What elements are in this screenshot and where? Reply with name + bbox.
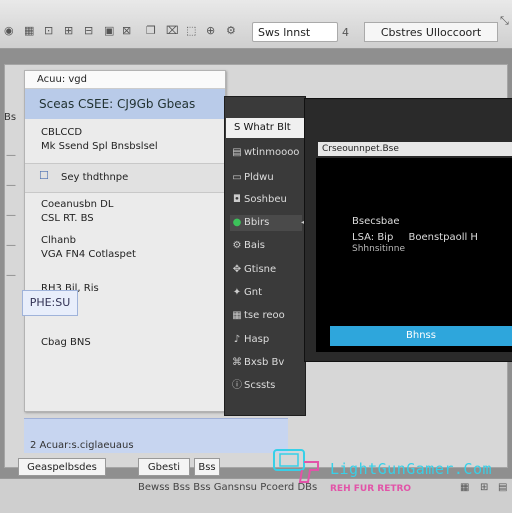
gamepad-icon: ✦ [232, 287, 242, 298]
sidebar-item[interactable]: ♪ Hasp [230, 332, 302, 348]
crop-icon[interactable]: ⊡ [44, 24, 53, 37]
audio-icon: ♪ [233, 334, 241, 345]
preview-line-a: LSA: Bip [352, 232, 394, 243]
sidebar-item[interactable]: ⚙ Bais [230, 238, 302, 254]
bg-tick: — [6, 240, 16, 251]
sidebar-item-label: Pldwu [244, 172, 274, 183]
sidebar-item-label: Scssts [244, 380, 276, 391]
paste-icon[interactable]: ⌧ [166, 24, 179, 37]
sidebar-item[interactable]: ⌘ Bxsb Bv [230, 355, 302, 371]
settings-footer-text: 2 Acuar:s.ciglaeuaus [30, 440, 134, 451]
settings-section-label: Sey thdthnpe [61, 172, 129, 183]
sidebar-head: S Whatr Blt [226, 118, 306, 138]
settings-header: Acuu: vgd [25, 71, 225, 89]
sidebar-item-label: Soshbeu [244, 194, 287, 205]
watermark-subtext: REH FUR RETRO [330, 484, 412, 494]
grid-icon[interactable]: ▦ [24, 24, 34, 37]
bg-tick: — [6, 150, 16, 161]
toolbar-title-field[interactable]: Cbstres Ulloccoort [364, 22, 498, 42]
move-icon[interactable]: ⬚ [186, 24, 196, 37]
preview-line: LSA: Bip Boenstpaoll H [352, 232, 478, 243]
sidebar-item[interactable]: ⓘ Scssts [230, 378, 302, 394]
monitor-icon: ▭ [232, 172, 242, 183]
folder-icon: ▤ [232, 147, 242, 158]
sidebar-item[interactable]: ✥ Gtisne [230, 262, 302, 278]
network-icon: ⌘ [232, 357, 242, 368]
preview-line: Bsecsbae [352, 216, 400, 227]
watermark-logo-icon [273, 449, 319, 483]
settings-line: CSL RT. BS [41, 213, 94, 224]
status-icon: ▤ [498, 482, 508, 493]
preview-path: Crseounnpet.Bse [318, 142, 512, 156]
settings-section-row[interactable]: ☐ Sey thdthnpe [25, 163, 225, 193]
gear-icon: ⚙ [232, 240, 242, 251]
checkbox-icon[interactable]: ☐ [39, 170, 49, 181]
settings-line: Mk Ssend Spl Bnsbslsel [41, 141, 158, 152]
record-icon[interactable]: ◉ [4, 24, 14, 37]
resize-icon[interactable]: ⤡ [500, 14, 509, 28]
sidebar-item-label: Gnt [244, 287, 263, 298]
green-dot-icon: ● [232, 217, 242, 228]
sidebar-item-selected[interactable]: ●Bbirs ◂ [230, 215, 306, 231]
info-icon: ⓘ [232, 380, 242, 391]
scale-icon[interactable]: ⊟ [84, 24, 93, 37]
bottom-button-left[interactable]: Geaspelbsdes [18, 458, 106, 476]
layout-icon[interactable]: ▣ [104, 24, 114, 37]
watermark-text: LightGunGamer.Com [330, 460, 493, 478]
sidebar-item[interactable]: ▤ wtinmoooo [230, 145, 302, 161]
preview-line: Shhnsitinne [352, 244, 405, 254]
bg-tick: — [6, 210, 16, 221]
sidebar-item[interactable]: ✦ Gnt [230, 285, 302, 301]
sidebar-item-label: Bxsb Bv [244, 357, 285, 368]
settings-line: Cbag BNS [41, 337, 91, 348]
settings-line: Clhanb [41, 235, 76, 246]
sidebar-item-label: wtinmoooo [244, 147, 300, 158]
sidebar-item-label: Bbirs [244, 217, 270, 228]
preview-action-bar[interactable]: Bhnss [330, 326, 512, 346]
controller-icon: ✥ [232, 264, 242, 275]
toolbar-search-field[interactable]: Sws lnnst [252, 22, 338, 42]
preview-screen[interactable] [316, 158, 512, 352]
preview-line-b: Boenstpaoll H [408, 232, 478, 243]
bottom-button-right[interactable]: Bss [194, 458, 220, 476]
settings-field[interactable]: PHE:SU [22, 290, 78, 316]
disk-icon: ◘ [233, 194, 241, 205]
bg-tick: — [6, 270, 16, 281]
zoom-icon[interactable]: ⊕ [206, 24, 215, 37]
sidebar-item[interactable]: ▭ Pldwu [230, 170, 302, 186]
background-label: Bs [4, 112, 17, 123]
settings-line: Coeanusbn DL [41, 199, 114, 210]
sidebar-item[interactable]: ▦ tse reoo [230, 308, 302, 324]
bg-tick: — [6, 180, 16, 191]
settings-line: CBLCCD [41, 127, 83, 138]
settings-line: VGA FN4 Cotlaspet [41, 249, 136, 260]
settings-icon[interactable]: ⚙ [226, 24, 236, 37]
toolbar-num: 4 [342, 26, 349, 39]
split-icon[interactable]: ⊞ [64, 24, 73, 37]
sidebar-item-label: Hasp [244, 334, 270, 345]
sidebar-item-label: tse reoo [244, 310, 285, 321]
settings-tab[interactable]: Sceas CSEE: CJ9Gb Gbeas [25, 89, 225, 119]
settings-panel: Acuu: vgd Sceas CSEE: CJ9Gb Gbeas CBLCCD… [24, 70, 226, 412]
sidebar-item-label: Gtisne [244, 264, 277, 275]
status-icon: ▦ [460, 482, 470, 493]
status-icon: ⊞ [480, 482, 489, 493]
window-icon[interactable]: ⊠ [122, 24, 131, 37]
copy-icon[interactable]: ❐ [146, 24, 156, 37]
sidebar-item[interactable]: ◘ Soshbeu [230, 192, 302, 208]
sidebar-item-label: Bais [244, 240, 265, 251]
keyboard-icon: ▦ [232, 310, 242, 321]
bottom-button-middle[interactable]: Gbesti [138, 458, 190, 476]
